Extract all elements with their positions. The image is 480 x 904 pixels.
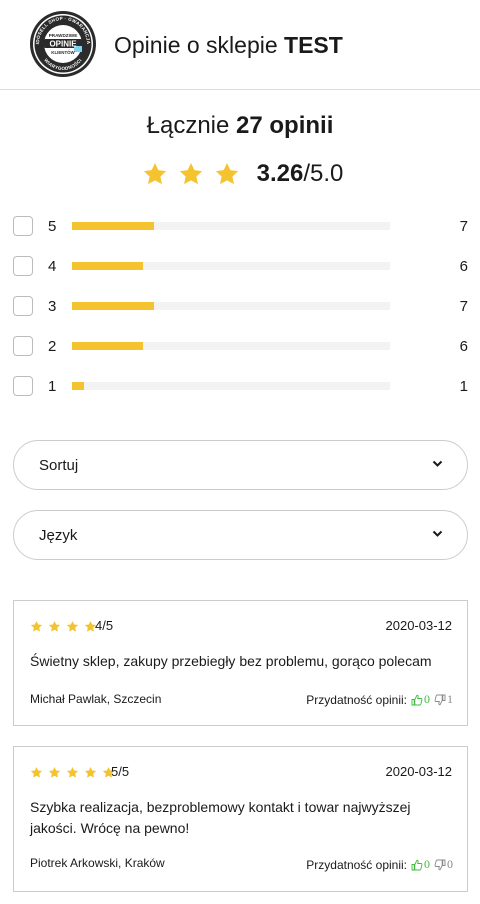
- rating-filter-row-1[interactable]: 1 1: [0, 376, 480, 398]
- page-title-shop-name: TEST: [284, 32, 343, 58]
- average-rating: 3.26/5.0: [0, 158, 480, 190]
- rating-filter-row-3[interactable]: 3 7: [0, 296, 480, 318]
- opinie-badge-logo: IDOSELL SHOP · GWARANCJA WIARYGODNOŚCI P…: [30, 11, 96, 77]
- star-icon: [143, 162, 166, 185]
- page-title-prefix: Opinie o sklepie: [114, 32, 285, 58]
- rating-progress-fill: [72, 262, 143, 270]
- total-reviews: Łącznie 27 opinii: [0, 112, 480, 140]
- rating-filter-label: 3: [48, 298, 57, 315]
- logo-klientow-text: KLIENTÓW: [51, 50, 75, 55]
- page-title: Opinie o sklepie TEST: [114, 32, 343, 59]
- rating-count: 7: [459, 218, 468, 235]
- thumbs-down-icon: [434, 694, 446, 705]
- thumbs-down-button[interactable]: 0: [434, 857, 453, 872]
- star-icon: [66, 766, 79, 778]
- rating-progress-fill: [72, 302, 155, 310]
- review-author: Piotrek Arkowski, Kraków: [30, 856, 165, 870]
- star-icon: [215, 162, 238, 185]
- rating-count: 1: [459, 378, 468, 395]
- review-card: 5/5 2020-03-12 Szybka realizacja, bezpro…: [13, 746, 468, 892]
- rating-progress-track: [72, 342, 390, 350]
- star-icon: [66, 620, 79, 632]
- star-icon: [30, 620, 43, 632]
- total-reviews-count: 27 opinii: [236, 112, 334, 139]
- page-header: IDOSELL SHOP · GWARANCJA WIARYGODNOŚCI P…: [0, 0, 480, 90]
- star-icon: [30, 766, 43, 778]
- total-reviews-prefix: Łącznie: [146, 112, 237, 139]
- rating-scale: /5.0: [303, 160, 344, 187]
- thumbs-up-icon: [411, 859, 423, 870]
- average-rating-value: 3.26/5.0: [257, 160, 344, 188]
- rating-progress-fill: [72, 222, 155, 230]
- rating-progress-track: [72, 222, 390, 230]
- thumbs-down-count: 0: [447, 857, 453, 871]
- rating-progress-track: [72, 262, 390, 270]
- thumbs-up-button[interactable]: 0: [411, 692, 430, 707]
- review-stars: [30, 620, 102, 633]
- language-dropdown[interactable]: Język: [13, 510, 468, 560]
- rating-filter-label: 5: [48, 218, 57, 235]
- review-usefulness: Przydatność opinii: 0 0: [306, 857, 453, 872]
- star-icon: [48, 766, 61, 778]
- rating-filter-label: 2: [48, 338, 57, 355]
- review-text: Szybka realizacja, bezproblemowy kontakt…: [30, 799, 411, 836]
- thumbs-up-icon: [411, 694, 423, 705]
- star-icon: [48, 620, 61, 632]
- review-date: 2020-03-12: [385, 764, 453, 779]
- review-usefulness: Przydatność opinii: 0 1: [306, 692, 453, 707]
- thumbs-down-count: 1: [447, 692, 453, 706]
- rating-filter-row-2[interactable]: 2 6: [0, 336, 480, 358]
- chevron-down-icon: [432, 530, 443, 537]
- rating-progress-track: [72, 302, 390, 310]
- thumbs-up-count: 0: [424, 692, 430, 706]
- logo-opinie-text: OPINIE: [49, 40, 77, 49]
- review-score: 4/5: [95, 618, 114, 633]
- review-date: 2020-03-12: [385, 618, 453, 633]
- review-card: 4/5 2020-03-12 Świetny sklep, zakupy prz…: [13, 600, 468, 726]
- rating-filter-label: 4: [48, 258, 57, 275]
- language-dropdown-label: Język: [39, 527, 78, 544]
- thumbs-down-button[interactable]: 1: [434, 692, 453, 707]
- rating-filter-row-4[interactable]: 4 6: [0, 256, 480, 278]
- rating-count: 6: [459, 258, 468, 275]
- sort-dropdown[interactable]: Sortuj: [13, 440, 468, 490]
- review-author: Michał Pawlak, Szczecin: [30, 692, 162, 706]
- thumbs-up-count: 0: [424, 857, 430, 871]
- rating-filter-label: 1: [48, 378, 57, 395]
- rating-filter-checkbox[interactable]: [13, 216, 33, 236]
- usefulness-label: Przydatność opinii:: [306, 692, 407, 707]
- review-score: 5/5: [111, 764, 130, 779]
- chevron-down-icon: [432, 460, 443, 467]
- rating-progress-track: [72, 382, 390, 390]
- rating-count: 6: [459, 338, 468, 355]
- usefulness-label: Przydatność opinii:: [306, 857, 407, 872]
- star-icon: [179, 162, 202, 185]
- review-stars: [30, 766, 120, 779]
- rating-filter-checkbox[interactable]: [13, 256, 33, 276]
- rating-filter-checkbox[interactable]: [13, 336, 33, 356]
- rating-progress-fill: [72, 382, 84, 390]
- logo-prawdziwe-text: PRAWDZIWE: [49, 33, 78, 38]
- rating-filter-checkbox[interactable]: [13, 376, 33, 396]
- thumbs-up-button[interactable]: 0: [411, 857, 430, 872]
- rating-progress-fill: [72, 342, 143, 350]
- sort-dropdown-label: Sortuj: [39, 457, 79, 474]
- average-score: 3.26: [256, 160, 304, 187]
- rating-count: 7: [459, 298, 468, 315]
- rating-filter-checkbox[interactable]: [13, 296, 33, 316]
- thumbs-down-icon: [434, 859, 446, 870]
- star-icon: [84, 766, 97, 778]
- review-text: Świetny sklep, zakupy przebiegły bez pro…: [30, 653, 432, 669]
- rating-filter-row-5[interactable]: 5 7: [0, 216, 480, 238]
